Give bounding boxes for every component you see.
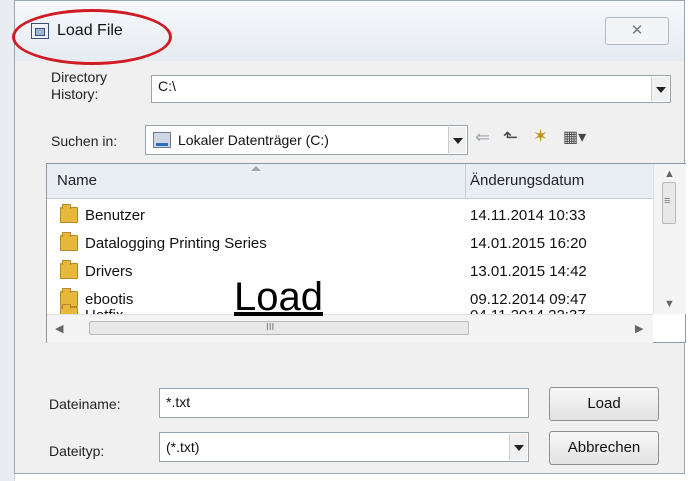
directory-history-label-line1: Directory [51,69,108,85]
filetype-combo[interactable]: (*.txt) [159,432,529,462]
directory-history-combo[interactable]: C:\ [151,75,671,103]
filename-value: *.txt [166,394,191,410]
file-date: 14.11.2014 10:33 [470,207,586,224]
up-folder-icon[interactable]: ⬑ [503,127,518,148]
chevron-down-icon[interactable] [651,77,669,101]
close-button[interactable]: ✕ [605,17,669,45]
sort-indicator-icon [251,166,261,171]
file-name: ebootis [85,291,134,308]
view-menu-icon[interactable]: ▦▾ [563,127,586,147]
filetype-label: Dateityp: [49,443,105,459]
file-name: Benutzer [85,207,146,224]
title-bar: Load File ✕ [12,1,684,65]
look-in-label: Suchen in: [51,133,118,149]
scroll-left-icon[interactable]: ◀ [55,322,63,335]
load-overlay-label: Load [234,275,323,319]
scroll-up-icon[interactable]: ▲ [664,168,675,180]
look-in-combo[interactable]: Lokaler Datenträger (C:) [145,125,468,155]
look-in-value: Lokaler Datenträger (C:) [178,132,329,148]
folder-icon [60,204,78,223]
background-window-strip [0,0,15,481]
column-header-date[interactable]: Änderungsdatum [470,172,584,189]
directory-history-value: C:\ [158,78,176,94]
new-folder-icon[interactable]: ✶ [533,126,548,147]
list-item[interactable]: Drivers 13.01.2015 14:42 [47,257,653,285]
directory-history-label: Directory History: [51,69,107,103]
load-file-dialog: Load File ✕ Directory History: C:\ Suche… [12,0,686,474]
file-list[interactable]: Name Änderungsdatum Benutzer 14.11.2014 … [46,163,686,343]
file-name: Datalogging Printing Series [85,235,267,252]
folder-icon [60,260,78,279]
filetype-value: (*.txt) [166,439,200,455]
chevron-down-icon[interactable] [509,434,527,460]
drive-icon [153,132,171,148]
vertical-scroll-thumb[interactable]: ≡ [662,182,676,224]
directory-history-label-line2: History: [51,86,99,102]
list-item[interactable]: Datalogging Printing Series 14.01.2015 1… [47,229,653,257]
file-date: 09.12.2014 09:47 [470,291,587,308]
filename-label: Dateiname: [49,396,121,412]
grip-icon: III [266,322,275,333]
grip-icon: ≡ [664,195,671,207]
load-button[interactable]: Load [549,387,659,421]
screenshot-frame: Load File ✕ Directory History: C:\ Suche… [0,0,688,481]
folder-icon [60,232,78,251]
vertical-scrollbar[interactable]: ▲ ≡ ▼ [653,164,686,314]
chevron-down-icon[interactable] [448,127,466,153]
file-date: 13.01.2015 14:42 [470,263,587,280]
filename-field[interactable]: *.txt [159,388,529,418]
file-list-header: Name Änderungsdatum [47,164,653,199]
cancel-button[interactable]: Abbrechen [549,431,659,465]
scroll-down-icon[interactable]: ▼ [664,298,675,310]
file-date: 14.01.2015 16:20 [470,235,587,252]
column-divider[interactable] [465,164,466,198]
column-header-name[interactable]: Name [57,172,97,189]
back-icon[interactable]: ⇐ [475,127,490,148]
horizontal-scrollbar[interactable]: ◀ III ▶ [47,314,653,343]
file-name: Drivers [85,263,133,280]
red-highlight-annotation [12,9,172,65]
scroll-right-icon[interactable]: ▶ [635,322,643,335]
list-item[interactable]: Benutzer 14.11.2014 10:33 [47,201,653,229]
horizontal-scroll-thumb[interactable]: III [89,321,469,335]
